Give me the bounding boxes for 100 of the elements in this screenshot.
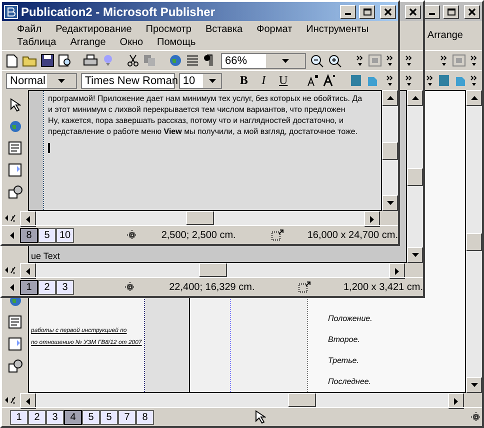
- page-tab[interactable]: 2: [28, 410, 46, 424]
- arrow-up-icon[interactable]: [386, 96, 394, 100]
- underline-button[interactable]: U: [276, 73, 292, 88]
- scroll-arrow-button[interactable]: [407, 247, 423, 263]
- scroll-arrow-button[interactable]: [466, 90, 482, 106]
- nav-arrows-icon[interactable]: [4, 214, 18, 222]
- new-page-icon[interactable]: [6, 54, 18, 68]
- close-icon[interactable]: [409, 8, 417, 16]
- menu-item[interactable]: Arrange: [69, 36, 107, 48]
- horizontal-scrollbar[interactable]: [20, 263, 405, 277]
- line-color-icon[interactable]: [454, 74, 466, 87]
- close-button[interactable]: [464, 4, 480, 18]
- text-frame-icon[interactable]: [8, 141, 22, 155]
- chevron-icon[interactable]: [386, 54, 394, 67]
- page-tab[interactable]: 7: [118, 410, 136, 424]
- chevron-icon[interactable]: [426, 74, 434, 87]
- align-icon[interactable]: [186, 54, 199, 67]
- font-size-dropdown[interactable]: 10: [178, 72, 222, 88]
- arrow-left-icon[interactable]: [26, 398, 30, 404]
- chevron-icon[interactable]: [470, 74, 478, 87]
- page-tab[interactable]: 5: [100, 410, 118, 424]
- font-size-icon[interactable]: [323, 74, 336, 87]
- page-tab[interactable]: 3: [46, 410, 64, 424]
- vertical-scrollbar[interactable]: [382, 90, 398, 211]
- menu-item[interactable]: Arrange: [426, 30, 464, 41]
- scroll-arrow-button[interactable]: [20, 393, 36, 409]
- scroll-thumb[interactable]: [198, 263, 226, 277]
- folder-icon[interactable]: [22, 54, 37, 67]
- menu-item[interactable]: Помощь: [156, 36, 197, 48]
- scroll-thumb[interactable]: [186, 211, 214, 225]
- chevron-icon[interactable]: [440, 54, 448, 67]
- horizontal-scrollbar[interactable]: [20, 211, 380, 225]
- nav-arrows-icon[interactable]: [4, 396, 18, 404]
- globe-icon[interactable]: [8, 120, 22, 133]
- printer-icon[interactable]: [83, 54, 98, 67]
- chevron-icon[interactable]: [405, 74, 413, 87]
- page-tab[interactable]: 2: [38, 280, 56, 294]
- scroll-arrow-button[interactable]: [382, 90, 398, 106]
- zoom-dropdown[interactable]: 66%: [220, 52, 306, 68]
- page-tab[interactable]: 4: [64, 410, 82, 424]
- close-icon[interactable]: [468, 8, 476, 16]
- menu-item[interactable]: Инструменты: [305, 24, 370, 34]
- print-preview-icon[interactable]: [58, 54, 72, 67]
- zoom-out-icon[interactable]: [310, 54, 324, 68]
- page-tab[interactable]: 3: [56, 280, 74, 294]
- arrow-left-icon[interactable]: [26, 268, 30, 274]
- arrow-left-icon[interactable]: [10, 232, 14, 238]
- shapes-icon[interactable]: [8, 359, 22, 373]
- caret-icon[interactable]: [58, 78, 66, 82]
- minimize-button[interactable]: [424, 4, 440, 18]
- style-dropdown[interactable]: Normal: [6, 72, 77, 88]
- page-tab[interactable]: 5: [82, 410, 100, 424]
- scroll-arrow-button[interactable]: [20, 211, 36, 227]
- scroll-arrow-button[interactable]: [364, 211, 380, 227]
- scroll-arrow-button[interactable]: [448, 393, 464, 409]
- arrow-right-icon[interactable]: [395, 268, 399, 274]
- caret-icon[interactable]: [208, 78, 216, 82]
- menu-item[interactable]: Просмотр: [144, 24, 192, 34]
- arrow-down-icon[interactable]: [386, 201, 394, 205]
- scroll-arrow-button[interactable]: [389, 263, 405, 279]
- scroll-thumb[interactable]: [407, 168, 423, 186]
- chevron-icon[interactable]: [405, 54, 413, 67]
- spelling-icon[interactable]: [102, 54, 115, 67]
- page-tab[interactable]: 5: [38, 228, 56, 242]
- pilcrow-icon[interactable]: [202, 54, 213, 67]
- font-dropdown[interactable]: Times New Roman: [80, 72, 175, 88]
- vertical-scrollbar[interactable]: [466, 90, 482, 393]
- nav-arrows-icon[interactable]: [4, 266, 18, 274]
- shapes-icon[interactable]: [8, 185, 22, 199]
- italic-button[interactable]: I: [256, 73, 272, 88]
- text-frame-icon[interactable]: [8, 315, 22, 329]
- arrow-right-icon[interactable]: [454, 398, 458, 404]
- scroll-arrow-button[interactable]: [407, 90, 423, 106]
- caret-icon[interactable]: [282, 58, 290, 62]
- scroll-thumb[interactable]: [288, 393, 316, 407]
- save-icon[interactable]: [41, 54, 54, 67]
- line-color-icon[interactable]: [366, 74, 378, 87]
- arrow-up-icon[interactable]: [470, 96, 478, 100]
- scroll-arrow-button[interactable]: [382, 195, 398, 211]
- menu-item[interactable]: Вставка: [204, 24, 244, 34]
- arrow-down-icon[interactable]: [412, 253, 418, 257]
- maximize-button[interactable]: [443, 4, 459, 18]
- scroll-thumb[interactable]: [466, 232, 482, 250]
- chevron-icon[interactable]: [470, 54, 478, 67]
- chevron-icon[interactable]: [356, 54, 364, 67]
- menu-item[interactable]: Редактирование: [54, 24, 133, 34]
- vertical-scrollbar[interactable]: [407, 90, 423, 263]
- menu-item[interactable]: Таблица: [16, 36, 58, 48]
- close-button[interactable]: [380, 4, 396, 18]
- horizontal-scrollbar[interactable]: [20, 393, 464, 407]
- arrow-right-icon[interactable]: [370, 216, 374, 222]
- scroll-arrow-button[interactable]: [20, 263, 36, 279]
- close-button[interactable]: [405, 4, 421, 18]
- maximize-button[interactable]: [359, 4, 375, 18]
- scissors-icon[interactable]: [127, 54, 140, 67]
- scroll-thumb[interactable]: [382, 142, 398, 160]
- menu-item[interactable]: Файл: [16, 24, 43, 34]
- maximize-icon[interactable]: [446, 8, 456, 16]
- menu-item[interactable]: Окно: [118, 36, 144, 48]
- fill-color-icon[interactable]: [350, 74, 362, 87]
